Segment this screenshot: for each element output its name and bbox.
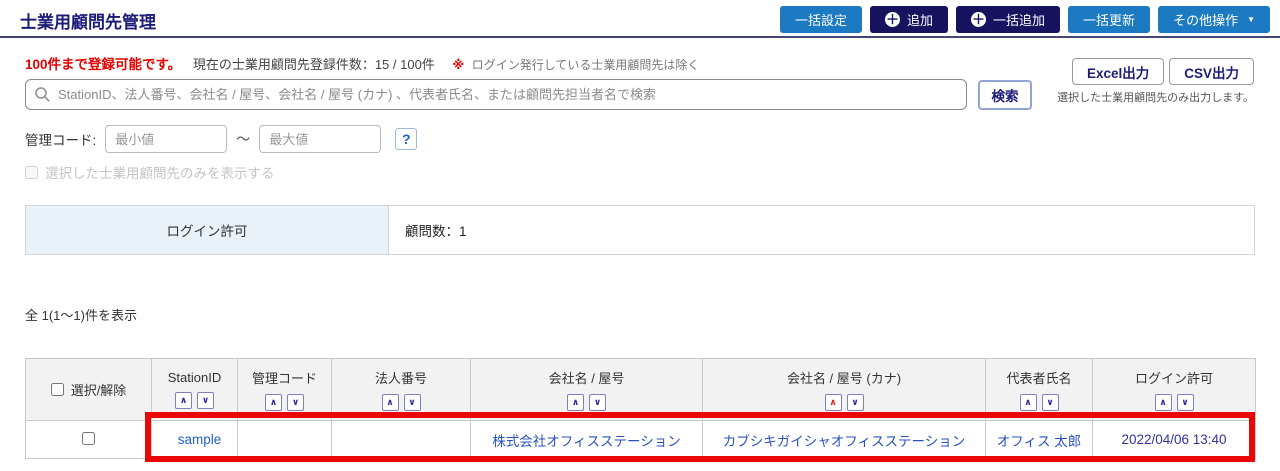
other-operations-label: その他操作 [1173,10,1238,29]
page-title: 士業用顧問先管理 [20,8,156,33]
select-all-label: 選択/解除 [71,380,127,399]
sort-asc-icon[interactable]: ∧ [265,394,282,411]
select-all-checkbox[interactable] [51,383,64,396]
station-id-cell[interactable]: sample [152,421,238,459]
client-table: 選択/解除 StationID ∧ ∨ 管理コード ∧ ∨ [25,358,1256,459]
bulk-setting-label: 一括設定 [795,10,847,29]
admin-code-min-input[interactable] [105,125,227,153]
asterisk-icon: ※ [452,58,464,72]
corporate-number-cell [332,421,471,459]
column-header-representative: 代表者氏名 ∧ ∨ [986,359,1093,421]
column-header-stationid: StationID ∧ ∨ [152,359,238,421]
sort-asc-icon[interactable]: ∧ [1020,394,1037,411]
header-buttons: 一括設定 ＋ 追加 ＋ 一括追加 一括更新 その他操作 ▼ [780,6,1270,33]
show-selected-label: 選択した士業用顧問先のみを表示する [45,162,275,182]
column-header-company-kana: 会社名 / 屋号 (カナ) ∧ ∨ [703,359,986,421]
plus-icon: ＋ [885,12,900,27]
bulk-setting-button[interactable]: 一括設定 [780,6,862,33]
sort-asc-icon[interactable]: ∧ [175,392,192,409]
representative-cell[interactable]: オフィス 太郎 [986,421,1093,459]
search-input[interactable] [25,79,967,110]
company-kana-cell[interactable]: カブシキガイシャオフィスステーション [703,421,986,459]
search-box [25,79,967,110]
add-label: 追加 [907,10,933,29]
limit-text: 100件まで登録可能です。 [25,57,181,72]
search-button[interactable]: 検索 [978,80,1032,110]
excel-export-button[interactable]: Excel出力 [1072,58,1164,85]
bulk-add-label: 一括追加 [993,10,1045,29]
page-header: 士業用顧問先管理 一括設定 ＋ 追加 ＋ 一括追加 一括更新 その他操作 ▼ [0,0,1280,38]
sort-desc-icon[interactable]: ∨ [1177,394,1194,411]
other-operations-button[interactable]: その他操作 ▼ [1158,6,1270,33]
table-header-row: 選択/解除 StationID ∧ ∨ 管理コード ∧ ∨ [26,359,1256,421]
row-select-cell [26,421,152,459]
company-name-cell[interactable]: 株式会社オフィスステーション [471,421,703,459]
plus-icon: ＋ [971,12,986,27]
admin-code-filter: 管理コード: ～ ? [25,125,417,153]
sort-asc-icon[interactable]: ∧ [1155,394,1172,411]
exclude-note: ログイン発行している士業用顧問先は除く [472,58,700,72]
login-permit-band-label: ログイン許可 [26,206,389,254]
add-button[interactable]: ＋ 追加 [870,6,948,33]
select-all-header: 選択/解除 [26,359,152,421]
sort-desc-icon[interactable]: ∨ [589,394,606,411]
column-header-corporate-number: 法人番号 ∧ ∨ [332,359,471,421]
column-header-admin-code: 管理コード ∧ ∨ [238,359,332,421]
help-icon[interactable]: ? [395,128,417,150]
column-header-company-name: 会社名 / 屋号 ∧ ∨ [471,359,703,421]
sort-asc-icon[interactable]: ∧ [382,394,399,411]
advisor-count-label: 顧問数：1 [389,206,1254,254]
summary-band: ログイン許可 顧問数：1 [25,205,1255,255]
sort-desc-icon[interactable]: ∨ [404,394,421,411]
sort-desc-icon[interactable]: ∨ [847,394,864,411]
sort-asc-icon-active[interactable]: ∧ [825,394,842,411]
admin-code-label: 管理コード: [25,129,96,149]
bulk-update-button[interactable]: 一括更新 [1068,6,1150,33]
search-icon [34,86,51,103]
show-selected-checkbox[interactable] [25,166,38,179]
login-permit-cell: 2022/04/06 13:40 [1093,421,1256,459]
caret-down-icon: ▼ [1247,15,1255,24]
admin-code-cell [238,421,332,459]
row-checkbox[interactable] [82,432,95,445]
registration-count-text: 現在の士業用顧問先登録件数：15 / 100件 [193,57,435,72]
tilde-separator: ～ [236,129,250,149]
page: 士業用顧問先管理 一括設定 ＋ 追加 ＋ 一括追加 一括更新 その他操作 ▼ 1… [0,0,1280,471]
bulk-add-button[interactable]: ＋ 一括追加 [956,6,1060,33]
sort-desc-icon[interactable]: ∨ [197,392,214,409]
export-block: Excel出力 CSV出力 選択した士業用顧問先のみ出力します。 [1057,58,1254,105]
csv-export-button[interactable]: CSV出力 [1169,58,1254,85]
export-note: 選択した士業用顧問先のみ出力します。 [1057,89,1254,105]
show-selected-only: 選択した士業用顧問先のみを表示する [25,162,275,182]
sort-desc-icon[interactable]: ∨ [1042,394,1059,411]
table-row: sample 株式会社オフィスステーション カブシキガイシャオフィスステーション… [26,421,1256,459]
result-count: 全 1(1〜1)件を表示 [25,305,137,324]
admin-code-max-input[interactable] [259,125,381,153]
column-header-login-permit: ログイン許可 ∧ ∨ [1093,359,1256,421]
registration-notice: 100件まで登録可能です。 現在の士業用顧問先登録件数：15 / 100件 ※ … [25,53,699,73]
bulk-update-label: 一括更新 [1083,10,1135,29]
sort-asc-icon[interactable]: ∧ [567,394,584,411]
sort-desc-icon[interactable]: ∨ [287,394,304,411]
